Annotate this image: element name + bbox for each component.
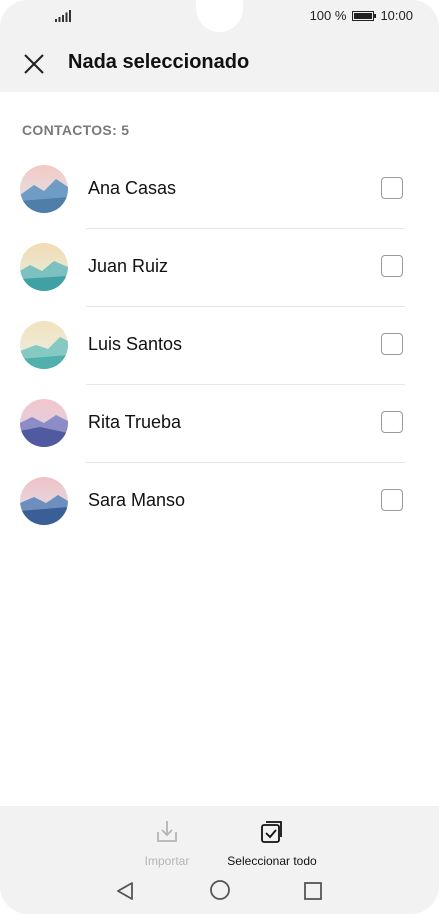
list-item[interactable]: Ana Casas xyxy=(0,151,439,229)
select-checkbox[interactable] xyxy=(381,411,403,433)
clock: 10:00 xyxy=(380,8,413,23)
section-header: CONTACTOS: 5 xyxy=(22,122,130,138)
avatar xyxy=(20,165,68,213)
status-bar: 100 % 10:00 xyxy=(0,0,439,36)
select-checkbox[interactable] xyxy=(381,489,403,511)
contact-list: CONTACTOS: 5 Ana Casas Juan Ruiz Luis Sa… xyxy=(0,92,439,806)
app-bar: Nada seleccionado xyxy=(0,36,439,92)
close-button[interactable] xyxy=(16,46,52,82)
import-label: Importar xyxy=(144,854,190,868)
contact-name: Ana Casas xyxy=(88,178,177,198)
avatar xyxy=(20,321,68,369)
download-icon xyxy=(157,821,177,842)
select-checkbox[interactable] xyxy=(381,255,403,277)
select-checkbox[interactable] xyxy=(381,333,403,355)
list-item[interactable]: Rita Trueba xyxy=(0,385,439,463)
camera-notch xyxy=(196,0,243,32)
avatar xyxy=(20,477,68,525)
select-checkbox[interactable] xyxy=(381,177,403,199)
select-all-label: Seleccionar todo xyxy=(227,854,317,868)
battery-percentage: 100 % xyxy=(309,8,347,23)
navigation-bar xyxy=(0,868,439,914)
close-icon xyxy=(24,54,44,74)
home-icon[interactable] xyxy=(209,879,231,901)
import-button[interactable]: Importar xyxy=(140,818,194,868)
avatar xyxy=(20,243,68,291)
list-item[interactable]: Sara Manso xyxy=(0,463,439,541)
battery-icon xyxy=(352,10,377,21)
select-all-icon xyxy=(261,821,282,843)
contact-name: Luis Santos xyxy=(88,334,183,354)
recents-icon[interactable] xyxy=(302,880,324,902)
contact-name: Juan Ruiz xyxy=(88,256,169,276)
select-all-button[interactable]: Seleccionar todo xyxy=(218,818,326,868)
avatar xyxy=(20,399,68,447)
page-title: Nada seleccionado xyxy=(68,51,250,73)
contact-name: Rita Trueba xyxy=(88,412,182,432)
signal-icon xyxy=(55,10,71,22)
list-item[interactable]: Juan Ruiz xyxy=(0,229,439,307)
back-icon[interactable] xyxy=(114,880,136,902)
status-right: 100 % 10:00 xyxy=(310,8,413,23)
contact-name: Sara Manso xyxy=(88,490,186,510)
phone-screen: 100 % 10:00 Nada seleccionado CONTACTOS:… xyxy=(0,0,439,914)
list-item[interactable]: Luis Santos xyxy=(0,307,439,385)
